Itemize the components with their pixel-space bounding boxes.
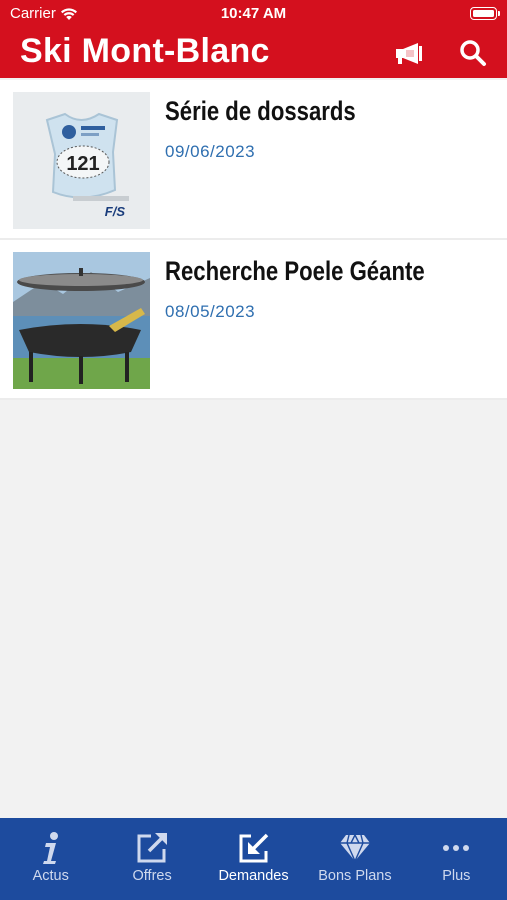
tab-label: Demandes <box>218 868 289 884</box>
bib-number: 121 <box>66 153 99 175</box>
info-icon <box>42 832 58 864</box>
pan-thumbnail <box>13 252 150 389</box>
diamond-icon <box>339 834 370 863</box>
list-item[interactable]: 121 F/S Série de dossards 09/06/2023 <box>0 80 507 240</box>
tab-bar: Actus Offres Demandes Bons Plans Plus <box>0 818 507 900</box>
megaphone-icon <box>396 43 422 64</box>
tab-label: Actus <box>32 868 69 884</box>
bib-thumbnail: 121 F/S <box>13 92 150 229</box>
tab-label: Offres <box>132 868 172 884</box>
announcement-button[interactable] <box>393 38 427 68</box>
tab-plus[interactable]: Plus <box>406 818 507 900</box>
item-date: 09/06/2023 <box>165 142 256 161</box>
inbox-arrow-icon <box>239 833 268 863</box>
battery-icon <box>470 7 500 20</box>
status-bar: Carrier 10:47 AM <box>0 0 507 28</box>
item-title: Série de dossards <box>165 96 356 126</box>
external-share-icon <box>137 833 168 863</box>
screen: Carrier 10:47 AM Ski Mont-Blanc 121 F/S … <box>0 0 507 900</box>
tab-label: Plus <box>442 868 471 884</box>
svg-text:F/S: F/S <box>105 204 126 219</box>
tab-offres[interactable]: Offres <box>101 818 202 900</box>
tab-label: Bons Plans <box>318 868 392 884</box>
tab-actus[interactable]: Actus <box>0 818 101 900</box>
tab-demandes[interactable]: Demandes <box>203 818 304 900</box>
search-icon <box>460 40 486 66</box>
item-title: Recherche Poele Géante <box>165 256 425 286</box>
tab-bons-plans[interactable]: Bons Plans <box>304 818 405 900</box>
app-header: Carrier 10:47 AM Ski Mont-Blanc <box>0 0 507 78</box>
item-date: 08/05/2023 <box>165 302 256 321</box>
app-title: Ski Mont-Blanc <box>20 32 270 70</box>
demandes-list: 121 F/S Série de dossards 09/06/2023 Rec… <box>0 80 507 400</box>
search-button[interactable] <box>457 38 489 68</box>
list-item[interactable]: Recherche Poele Géante 08/05/2023 <box>0 240 507 400</box>
more-dots-icon <box>443 845 470 851</box>
status-time: 10:47 AM <box>220 5 287 22</box>
